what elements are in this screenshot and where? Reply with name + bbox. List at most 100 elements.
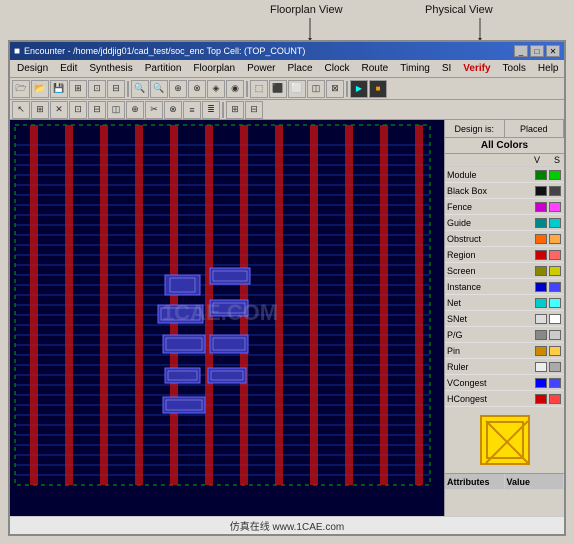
color-s-instance[interactable] [549, 282, 561, 292]
tb-open[interactable]: 📂 [31, 80, 49, 98]
menu-edit[interactable]: Edit [55, 62, 82, 75]
color-v-snet[interactable] [535, 314, 547, 324]
color-row-vcongest: VCongest [445, 375, 564, 391]
color-v-region[interactable] [535, 250, 547, 260]
color-row-module: Module [445, 167, 564, 183]
footer-text: 仿真在线 www.1CAE.com [230, 518, 344, 533]
floorplan-annotation-label: Floorplan View [270, 4, 343, 16]
tb-b11[interactable]: ⊠ [326, 80, 344, 98]
color-s-guide[interactable] [549, 218, 561, 228]
color-s-region[interactable] [549, 250, 561, 260]
main-window: ■ Encounter - /home/jddjig01/cad_test/so… [8, 40, 566, 536]
menu-si[interactable]: SI [437, 62, 456, 75]
color-v-net[interactable] [535, 298, 547, 308]
tb2-b4[interactable]: ⊡ [69, 101, 87, 119]
tb-b7[interactable]: ⬚ [250, 80, 268, 98]
tb2-b9[interactable]: ⊗ [164, 101, 182, 119]
color-row-ruler: Ruler [445, 359, 564, 375]
tb-zoom-out[interactable]: 🔍 [150, 80, 168, 98]
tb2-b1[interactable]: ↖ [12, 101, 30, 119]
color-s-vcongest[interactable] [549, 378, 561, 388]
tb-b8[interactable]: ⬛ [269, 80, 287, 98]
tb-fit[interactable]: ⊕ [169, 80, 187, 98]
color-v-obstruct[interactable] [535, 234, 547, 244]
color-label-ruler: Ruler [447, 362, 534, 372]
menu-synthesis[interactable]: Synthesis [84, 62, 137, 75]
menu-place[interactable]: Place [282, 62, 317, 75]
color-v-hcongest[interactable] [535, 394, 547, 404]
color-s-fence[interactable] [549, 202, 561, 212]
color-s-module[interactable] [549, 170, 561, 180]
color-v-screen[interactable] [535, 266, 547, 276]
tb-save[interactable]: 💾 [50, 80, 68, 98]
tb-sep2 [246, 81, 248, 97]
color-v-ruler[interactable] [535, 362, 547, 372]
tb2-b13[interactable]: ⊟ [245, 101, 263, 119]
color-col-headers: V S [445, 154, 564, 167]
tb2-b11[interactable]: ≣ [202, 101, 220, 119]
color-s-pg[interactable] [549, 330, 561, 340]
menu-partition[interactable]: Partition [140, 62, 187, 75]
tb2-b8[interactable]: ✂ [145, 101, 163, 119]
color-v-vcongest[interactable] [535, 378, 547, 388]
color-v-module[interactable] [535, 170, 547, 180]
tb-b1[interactable]: ⊞ [69, 80, 87, 98]
menu-help[interactable]: Help [533, 62, 564, 75]
tb2-b5[interactable]: ⊟ [88, 101, 106, 119]
color-s-net[interactable] [549, 298, 561, 308]
tb-b12[interactable]: ▶ [350, 80, 368, 98]
menu-route[interactable]: Route [357, 62, 394, 75]
color-s-pin[interactable] [549, 346, 561, 356]
color-row-guide: Guide [445, 215, 564, 231]
color-s-ruler[interactable] [549, 362, 561, 372]
color-row-region: Region [445, 247, 564, 263]
color-s-snet[interactable] [549, 314, 561, 324]
maximize-button[interactable]: □ [530, 45, 544, 57]
color-v-blackbox[interactable] [535, 186, 547, 196]
color-v-fence[interactable] [535, 202, 547, 212]
tb2-b6[interactable]: ◫ [107, 101, 125, 119]
menu-tools[interactable]: Tools [498, 62, 531, 75]
menu-floorplan[interactable]: Floorplan [188, 62, 240, 75]
color-s-obstruct[interactable] [549, 234, 561, 244]
tb-b2[interactable]: ⊡ [88, 80, 106, 98]
tb-new[interactable]: 🗁 [12, 80, 30, 98]
color-s-blackbox[interactable] [549, 186, 561, 196]
color-row-snet: SNet [445, 311, 564, 327]
tb-b4[interactable]: ⊗ [188, 80, 206, 98]
panel-all-colors-title: All Colors [445, 138, 564, 154]
color-label-module: Module [447, 170, 534, 180]
tb-b9[interactable]: ⬜ [288, 80, 306, 98]
color-v-guide[interactable] [535, 218, 547, 228]
close-button[interactable]: ✕ [546, 45, 560, 57]
color-v-pin[interactable] [535, 346, 547, 356]
color-v-pg[interactable] [535, 330, 547, 340]
menu-design[interactable]: Design [12, 62, 53, 75]
color-s-hcongest[interactable] [549, 394, 561, 404]
tb2-b7[interactable]: ⊕ [126, 101, 144, 119]
preview-area [445, 407, 564, 473]
tb2-b3[interactable]: ✕ [50, 101, 68, 119]
minimize-button[interactable]: _ [514, 45, 528, 57]
tb2-b2[interactable]: ⊞ [31, 101, 49, 119]
window-controls: _ □ ✕ [514, 45, 560, 57]
menu-verify[interactable]: Verify [458, 62, 495, 75]
menu-power[interactable]: Power [242, 62, 280, 75]
tb2-b10[interactable]: ≡ [183, 101, 201, 119]
window-title: Encounter - /home/jddjig01/cad_test/soc_… [24, 46, 514, 56]
menu-clock[interactable]: Clock [320, 62, 355, 75]
tb-b13[interactable]: ■ [369, 80, 387, 98]
tb-b3[interactable]: ⊟ [107, 80, 125, 98]
tb-b10[interactable]: ◫ [307, 80, 325, 98]
color-row-pin: Pin [445, 343, 564, 359]
color-v-instance[interactable] [535, 282, 547, 292]
tb2-b12[interactable]: ⊞ [226, 101, 244, 119]
tb-b5[interactable]: ◈ [207, 80, 225, 98]
tb-b6[interactable]: ◉ [226, 80, 244, 98]
color-s-screen[interactable] [549, 266, 561, 276]
tb-zoom-in[interactable]: 🔍 [131, 80, 149, 98]
pcb-canvas-area[interactable]: 1CAE.COM [10, 120, 444, 516]
color-label-pin: Pin [447, 346, 534, 356]
menu-timing[interactable]: Timing [395, 62, 435, 75]
color-row-screen: Screen [445, 263, 564, 279]
